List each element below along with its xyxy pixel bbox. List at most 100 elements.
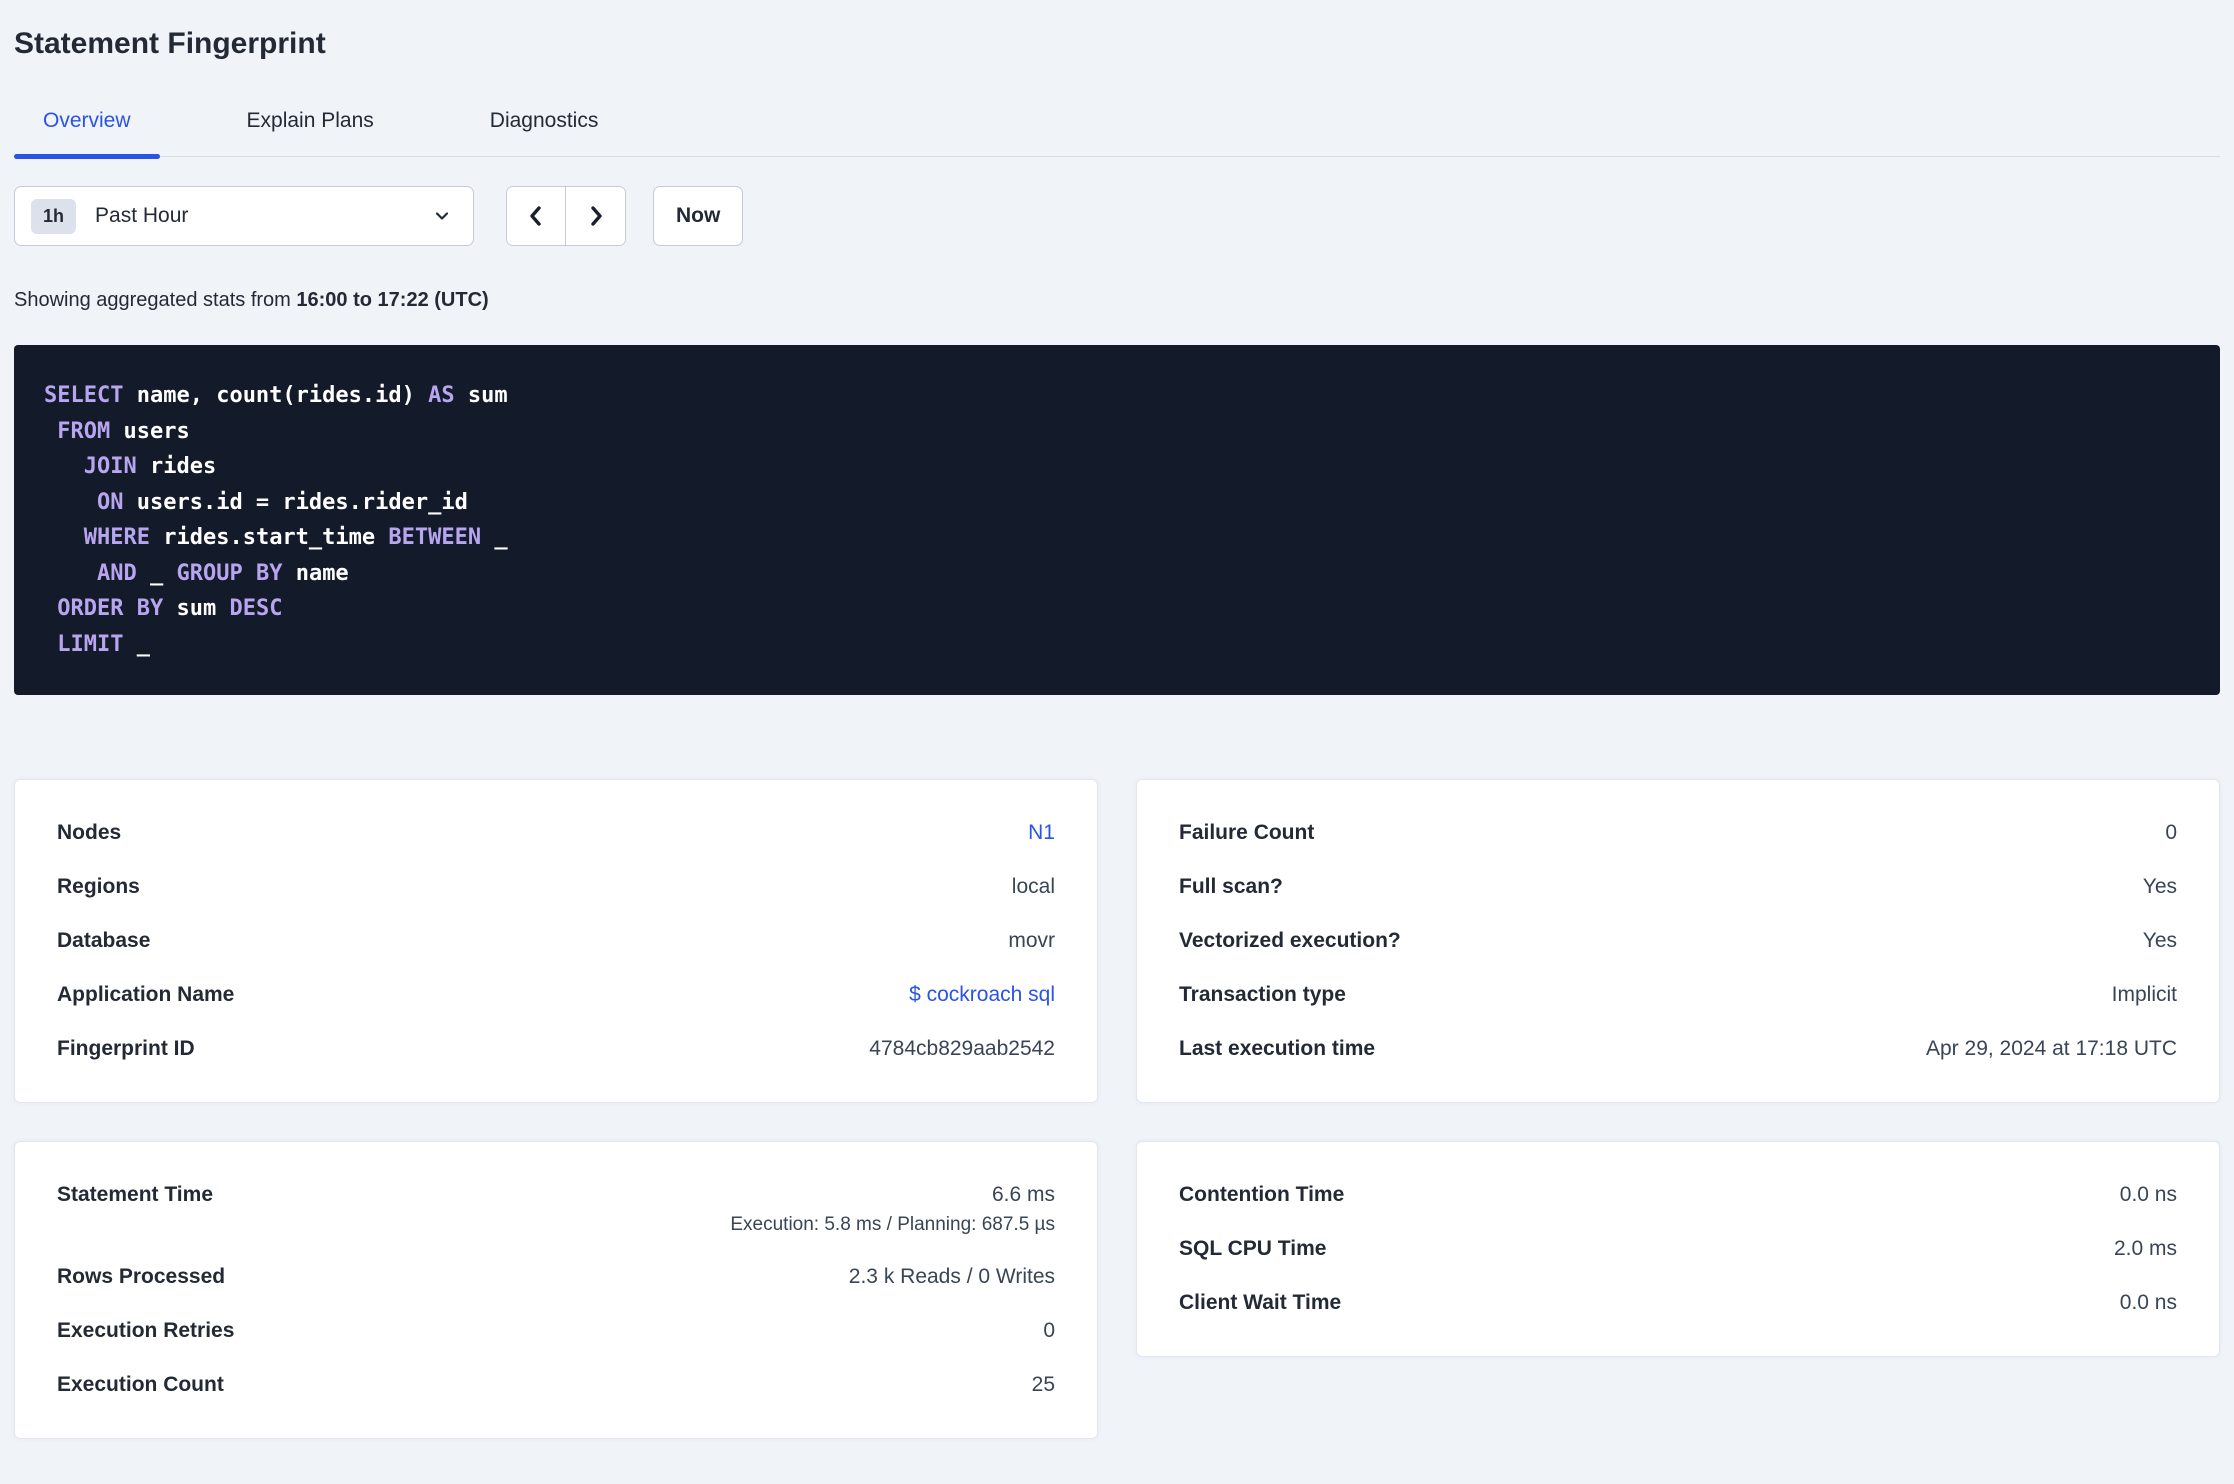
sql-text: rides	[136, 454, 217, 479]
stat-row-transaction-type: Transaction type Implicit	[1179, 968, 2177, 1022]
sql-text: _	[481, 525, 508, 550]
stat-label: Transaction type	[1179, 983, 1346, 1006]
stat-label: Rows Processed	[57, 1265, 226, 1288]
stat-row-database: Database movr	[57, 914, 1055, 968]
sql-line: WHERE rides.start_time BETWEEN _	[44, 520, 2190, 556]
sql-text: _	[123, 631, 150, 657]
sql-line: ON users.id = rides.rider_id	[44, 485, 2190, 521]
stat-value: 0	[2165, 821, 2177, 844]
stat-label: Execution Retries	[57, 1319, 235, 1342]
tab-explain-plans[interactable]: Explain Plans	[218, 106, 403, 156]
sql-line: LIMIT _	[44, 627, 2190, 663]
sql-keyword: AND	[96, 560, 137, 586]
stat-row-sql-cpu-time: SQL CPU Time 2.0 ms	[1179, 1222, 2177, 1276]
sql-text: rides.start_time	[149, 525, 389, 550]
tab-overview[interactable]: Overview	[14, 106, 160, 159]
stat-row-statement-time: Statement Time 6.6 ms Execution: 5.8 ms / …	[57, 1168, 1055, 1250]
sql-text: _	[136, 560, 177, 586]
stat-value: 0.0 ns	[2119, 1183, 2177, 1206]
stat-label: Nodes	[57, 821, 122, 844]
stat-value: 25	[1031, 1373, 1055, 1396]
stat-row-failure-count: Failure Count 0	[1179, 806, 2177, 860]
chevron-right-icon	[583, 203, 609, 229]
summary-cards: Nodes N1 Regions local Database movr Applicati…	[14, 779, 2220, 1439]
stat-value: 4784cb829aab2542	[869, 1037, 1055, 1060]
sql-line: FROM users	[44, 414, 2190, 450]
sql-statement-box: SELECT name, count(rides.id) AS sum FROM…	[14, 345, 2220, 695]
stat-label: Contention Time	[1179, 1183, 1345, 1206]
sql-text: users.id = rides.rider_id	[123, 489, 468, 515]
stat-value: local	[1011, 875, 1055, 898]
interval-badge: 1h	[31, 198, 77, 234]
stat-label: Client Wait Time	[1179, 1291, 1342, 1314]
next-time-button[interactable]	[566, 187, 625, 245]
stat-row-client-wait-time: Client Wait Time 0.0 ns	[1179, 1276, 2177, 1330]
sql-line: JOIN rides	[44, 449, 2190, 485]
sql-keyword: ORDER BY	[57, 596, 164, 621]
stat-value: movr	[1008, 929, 1055, 952]
aggregated-stats-prefix: Showing aggregated stats from	[14, 289, 297, 311]
stat-row-last-execution-time: Last execution time Apr 29, 2024 at 17:18…	[1179, 1022, 2177, 1076]
stat-row-execution-count: Execution Count 25	[57, 1358, 1055, 1412]
time-controls: 1h Past Hour Now	[14, 186, 2220, 246]
previous-time-button[interactable]	[507, 187, 566, 245]
sql-keyword: WHERE	[83, 525, 150, 550]
application-name-link[interactable]: $ cockroach sql	[909, 981, 1055, 1009]
stat-value: 0	[1043, 1319, 1055, 1342]
stat-subvalue: Execution: 5.8 ms / Planning: 687.5 µs	[730, 1214, 1055, 1235]
sql-keyword: LIMIT	[57, 631, 124, 657]
stat-value: 0.0 ns	[2119, 1291, 2177, 1314]
stat-value: Apr 29, 2024 at 17:18 UTC	[1926, 1037, 2177, 1060]
tab-diagnostics[interactable]: Diagnostics	[461, 106, 628, 156]
stat-row-regions: Regions local	[57, 860, 1055, 914]
sql-keyword: JOIN	[83, 454, 137, 479]
stat-value: Yes	[2142, 875, 2177, 898]
stat-row-contention-time: Contention Time 0.0 ns	[1179, 1168, 2177, 1222]
sql-text: name, count(rides.id)	[123, 383, 429, 408]
stat-value: Implicit	[2111, 983, 2177, 1006]
stat-row-execution-retries: Execution Retries 0	[57, 1304, 1055, 1358]
stat-label: Statement Time	[57, 1183, 213, 1206]
card-statement-details: Nodes N1 Regions local Database movr Applicati…	[14, 779, 1098, 1103]
stat-label: Full scan?	[1179, 875, 1283, 898]
card-statement-times: Statement Time 6.6 ms Execution: 5.8 ms / …	[14, 1141, 1098, 1439]
chevron-left-icon	[523, 203, 549, 229]
sql-keyword: BETWEEN	[388, 525, 482, 550]
card-wait-times: Contention Time 0.0 ns SQL CPU Time 2.0 ms C…	[1136, 1141, 2220, 1357]
card-execution-attributes: Failure Count 0 Full scan? Yes Vectorized ex…	[1136, 779, 2220, 1103]
aggregated-stats-text: Showing aggregated stats from 16:00 to 1…	[14, 287, 2220, 313]
stat-label: Regions	[57, 875, 140, 898]
sql-line: SELECT name, count(rides.id) AS sum	[44, 378, 2190, 414]
time-range-dropdown[interactable]: 1h Past Hour	[14, 186, 474, 246]
tab-bar: Overview Explain Plans Diagnostics	[14, 106, 2220, 159]
stat-row-application-name: Application Name $ cockroach sql	[57, 968, 1055, 1022]
page-title: Statement Fingerprint	[14, 27, 326, 60]
stat-label: Application Name	[57, 983, 235, 1006]
now-button[interactable]: Now	[653, 186, 744, 246]
stat-value: Yes	[2142, 929, 2177, 952]
stat-label: SQL CPU Time	[1179, 1237, 1327, 1260]
stat-label: Fingerprint ID	[57, 1037, 195, 1060]
sql-keyword: GROUP BY	[176, 560, 283, 586]
stat-label: Last execution time	[1179, 1037, 1376, 1060]
sql-keyword: FROM	[57, 418, 111, 444]
sql-text: sum	[163, 596, 230, 621]
stat-label: Vectorized execution?	[1179, 929, 1401, 952]
sql-text: users	[110, 418, 190, 444]
time-step-button-group	[506, 186, 626, 246]
stat-row-fingerprint-id: Fingerprint ID 4784cb829aab2542	[57, 1022, 1055, 1076]
sql-line: ORDER BY sum DESC	[44, 591, 2190, 627]
nodes-link[interactable]: N1	[1028, 819, 1055, 847]
time-range-label: Past Hour	[95, 204, 189, 227]
sql-keyword: DESC	[229, 596, 283, 621]
sql-keyword: AS	[428, 383, 455, 408]
stat-value: 2.0 ms	[2113, 1237, 2177, 1260]
stat-row-rows-processed: Rows Processed 2.3 k Reads / 0 Writes	[57, 1250, 1055, 1304]
stat-value: 2.3 k Reads / 0 Writes	[848, 1265, 1055, 1288]
